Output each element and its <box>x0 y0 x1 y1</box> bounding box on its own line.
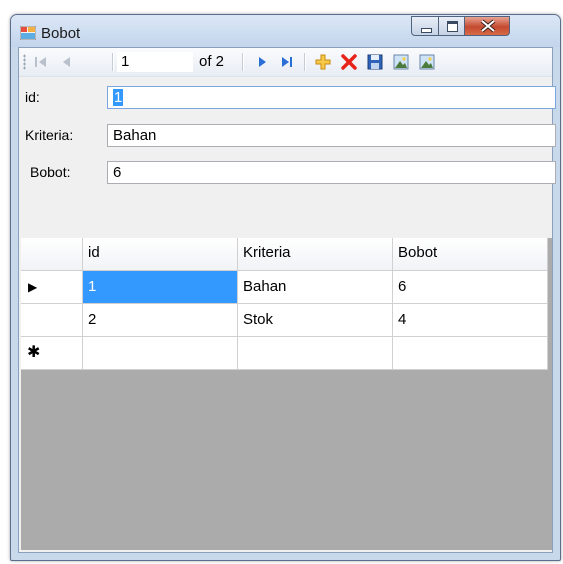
grid-header-row: id Kriteria Bobot <box>21 238 548 271</box>
count-label: of 2 <box>199 53 225 70</box>
cell-id[interactable]: 1 <box>83 271 238 304</box>
data-grid[interactable]: id Kriteria Bobot ▶ 1 Bahan 6 2 Stok 4 ✱ <box>21 238 552 550</box>
new-row[interactable]: ✱ <box>21 337 548 370</box>
kriteria-label: Kriteria: <box>25 127 74 143</box>
cell-id[interactable]: 2 <box>83 304 238 337</box>
delete-icon[interactable] <box>339 52 359 72</box>
toolbar-separator <box>112 53 114 71</box>
move-next-icon[interactable] <box>252 52 272 72</box>
window-title: Bobot <box>41 25 81 42</box>
column-header-bobot[interactable]: Bobot <box>393 238 548 271</box>
move-first-icon[interactable] <box>31 52 51 72</box>
close-icon <box>480 19 496 33</box>
new-cell-kriteria[interactable] <box>238 337 393 370</box>
new-cell-id[interactable] <box>83 337 238 370</box>
position-textbox[interactable]: 1 <box>117 52 193 72</box>
main-window: Bobot 1 of 2 id: 1 Kriteria: Bahan Bobot… <box>10 14 561 561</box>
column-header-id[interactable]: id <box>83 238 238 271</box>
cell-kriteria[interactable]: Stok <box>238 304 393 337</box>
form-icon <box>20 26 36 40</box>
image-icon[interactable] <box>417 52 437 72</box>
toolbar-grip[interactable] <box>23 54 26 70</box>
maximize-button[interactable] <box>438 16 465 36</box>
cell-kriteria[interactable]: Bahan <box>238 271 393 304</box>
save-icon[interactable] <box>365 52 385 72</box>
new-cell-bobot[interactable] <box>393 337 548 370</box>
form-client-area: 1 of 2 id: 1 Kriteria: Bahan Bobot: 6 id… <box>18 47 556 553</box>
id-value: 1 <box>113 89 124 106</box>
id-label: id: <box>25 89 40 105</box>
title-bar[interactable]: Bobot <box>11 15 560 47</box>
row-header[interactable]: ✱ <box>21 337 83 370</box>
maximize-icon <box>447 21 458 32</box>
kriteria-field[interactable]: Bahan <box>107 124 556 147</box>
binding-navigator: 1 of 2 <box>19 48 552 77</box>
minimize-icon <box>421 28 432 33</box>
toolbar-separator <box>242 53 244 71</box>
table-row[interactable]: ▶ 1 Bahan 6 <box>21 271 548 304</box>
move-last-icon[interactable] <box>277 52 297 72</box>
column-header-kriteria[interactable]: Kriteria <box>238 238 393 271</box>
id-field[interactable]: 1 <box>107 86 556 109</box>
image-icon[interactable] <box>391 52 411 72</box>
header-corner[interactable] <box>21 238 83 271</box>
new-row-asterisk-icon: ✱ <box>27 344 41 361</box>
current-row-arrow-icon: ▶ <box>28 280 38 294</box>
row-header[interactable] <box>21 304 83 337</box>
row-header[interactable]: ▶ <box>21 271 83 304</box>
move-previous-icon[interactable] <box>57 52 77 72</box>
minimize-button[interactable] <box>411 16 439 36</box>
bobot-field[interactable]: 6 <box>107 161 556 184</box>
table-row[interactable]: 2 Stok 4 <box>21 304 548 337</box>
cell-bobot[interactable]: 4 <box>393 304 548 337</box>
toolbar-separator <box>304 53 306 71</box>
add-new-icon[interactable] <box>313 52 333 72</box>
close-button[interactable] <box>464 16 510 36</box>
cell-bobot[interactable]: 6 <box>393 271 548 304</box>
bobot-label: Bobot: <box>30 164 71 180</box>
